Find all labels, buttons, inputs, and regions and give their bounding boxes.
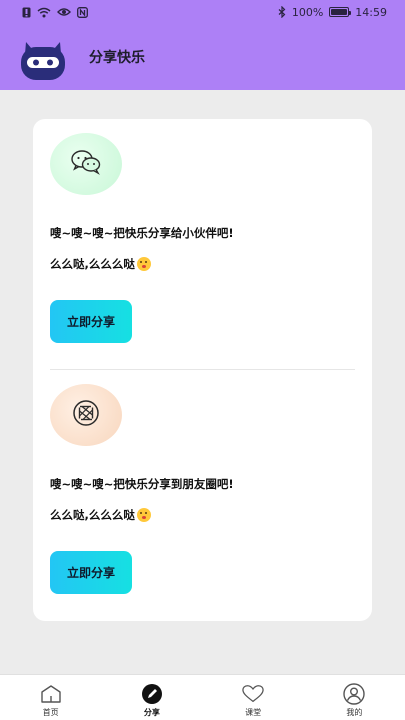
tab-label: 我的: [346, 708, 363, 717]
share-item-moments: 嗖~嗖~嗖~把快乐分享到朋友圈吧! 么么哒,么么么哒 立即分享: [33, 370, 372, 621]
wifi-icon: [37, 7, 51, 18]
header-background: 100% 14:59 分享快乐: [0, 0, 405, 90]
status-bar: 100% 14:59: [0, 0, 405, 24]
tab-mine[interactable]: 我的: [304, 675, 405, 720]
kiss-text: 么么哒,么么么哒: [50, 508, 135, 522]
nfc-icon: [77, 6, 88, 18]
tab-label: 分享: [143, 708, 160, 717]
page-title: 分享快乐: [89, 50, 145, 66]
moments-icon: [71, 398, 101, 432]
share-slogan: 嗖~嗖~嗖~把快乐分享到朋友圈吧!: [50, 477, 234, 491]
heart-icon: [242, 683, 264, 705]
tab-label: 课堂: [245, 708, 262, 717]
tab-share[interactable]: 分享: [101, 675, 202, 720]
share-card: 嗖~嗖~嗖~把快乐分享给小伙伴吧! 么么哒,么么么哒 立即分享 嗖~嗖~嗖~把快…: [33, 119, 372, 621]
robot-logo-icon: [18, 32, 68, 82]
header: 分享快乐: [0, 24, 405, 90]
bluetooth-icon: [278, 6, 286, 18]
tab-home[interactable]: 首页: [0, 675, 101, 720]
battery-icon: [329, 7, 352, 17]
kiss-text: 么么哒,么么么哒: [50, 257, 135, 271]
share-kiss-text: 么么哒,么么么哒: [50, 507, 151, 523]
kissing-face-emoji-icon: [136, 257, 151, 271]
share-to-moments-button[interactable]: 立即分享: [50, 551, 132, 594]
share-item-wechat: 嗖~嗖~嗖~把快乐分享给小伙伴吧! 么么哒,么么么哒 立即分享: [33, 119, 372, 370]
battery-percentage: 100%: [291, 5, 324, 19]
home-icon: [40, 683, 62, 705]
user-icon: [343, 683, 366, 705]
bottom-tab-bar: 首页 分享 课堂 我的: [0, 674, 405, 720]
tab-label: 首页: [42, 708, 59, 717]
share-to-friends-button[interactable]: 立即分享: [50, 300, 132, 343]
kissing-face-emoji-icon: [136, 508, 151, 522]
share-slogan: 嗖~嗖~嗖~把快乐分享给小伙伴吧!: [50, 226, 234, 240]
clock: 14:59: [355, 5, 387, 19]
wechat-icon-circle: [50, 133, 122, 195]
notification-icon: [22, 7, 31, 18]
share-kiss-text: 么么哒,么么么哒: [50, 256, 151, 272]
tab-classroom[interactable]: 课堂: [203, 675, 304, 720]
share-pen-icon: [141, 683, 163, 705]
eye-icon: [57, 7, 71, 17]
moments-icon-circle: [50, 384, 122, 446]
wechat-icon: [70, 149, 102, 179]
